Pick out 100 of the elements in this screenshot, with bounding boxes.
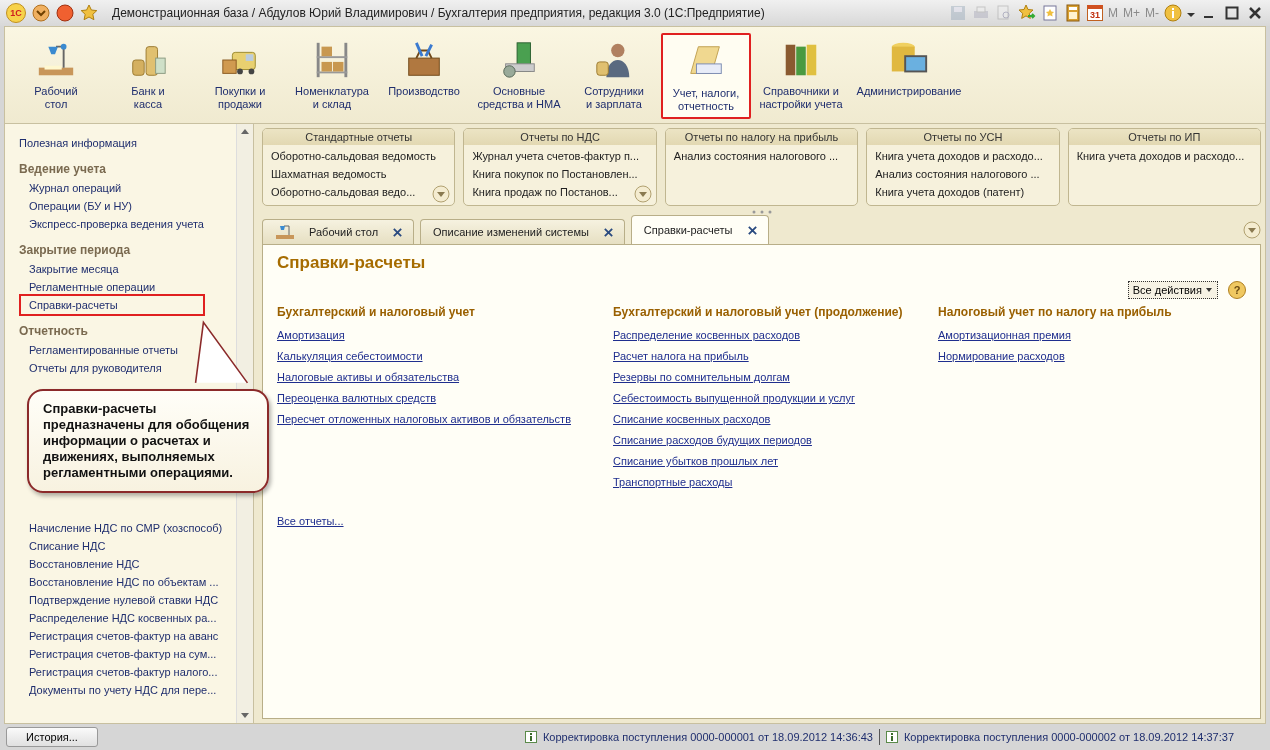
sidebar-link[interactable]: Отчеты для руководителя — [19, 359, 170, 377]
maximize-icon[interactable] — [1223, 4, 1241, 22]
circle-button-icon[interactable] — [56, 4, 74, 22]
star-icon[interactable] — [80, 4, 98, 22]
report-link[interactable]: Шахматная ведомость — [271, 165, 387, 183]
sidebar-link[interactable]: Журнал операций — [19, 179, 130, 197]
section-button[interactable]: Покупки и продажи — [195, 33, 285, 119]
section-label: Основные средства и НМА — [477, 85, 561, 111]
report-panel-title: Отчеты по УСН — [867, 129, 1059, 145]
report-link[interactable]: Книга учета доходов и расходо... — [1076, 147, 1245, 165]
info-icon[interactable] — [1164, 4, 1182, 22]
sidebar-link[interactable]: Восстановление НДС по объектам ... — [19, 573, 227, 591]
expand-chevron-icon[interactable] — [633, 185, 652, 203]
tab-list-chevron-icon[interactable] — [1243, 221, 1261, 239]
help-button[interactable]: ? — [1228, 281, 1246, 299]
report-link[interactable]: Оборотно-сальдовая ведомость — [271, 147, 437, 165]
history-button[interactable]: История... — [6, 727, 98, 747]
section-label: Сотрудники и зарплата — [584, 85, 644, 111]
page-title: Справки-расчеты — [277, 253, 427, 273]
close-icon[interactable] — [602, 226, 614, 238]
report-link[interactable]: Налоговые активы и обязательства — [277, 367, 460, 388]
section-button[interactable]: Производство — [379, 33, 469, 119]
sidebar-link[interactable]: Регистрация счетов-фактур на аванс — [19, 627, 227, 645]
calendar-icon[interactable]: 31 — [1087, 5, 1103, 21]
report-link[interactable]: Расчет налога на прибыль — [613, 346, 749, 367]
report-link[interactable]: Нормирование расходов — [938, 346, 1065, 367]
sidebar-link[interactable]: Закрытие месяца — [19, 260, 127, 278]
app-logo[interactable]: 1С — [6, 3, 26, 23]
close-icon[interactable] — [746, 224, 758, 236]
section-button[interactable]: Администрирование — [851, 33, 967, 119]
report-link[interactable]: Книга продаж по Постанов... — [472, 183, 618, 201]
report-link[interactable]: Оборотно-сальдовая ведо... — [271, 183, 416, 201]
sidebar-heading: Ведение учета — [19, 162, 107, 176]
dropdown-circle-icon[interactable] — [32, 4, 50, 22]
section-label: Покупки и продажи — [214, 85, 266, 111]
column-heading: Налоговый учет по налогу на прибыль — [938, 305, 1172, 319]
section-label: Справочники и настройки учета — [759, 85, 843, 111]
report-link[interactable]: Списание расходов будущих периодов — [613, 430, 812, 451]
report-link[interactable]: Амортизация — [277, 325, 345, 346]
section-label: Номенклатура и склад — [295, 85, 369, 111]
section-button[interactable]: Банк и касса — [103, 33, 193, 119]
tab[interactable]: Рабочий стол — [262, 219, 415, 244]
sidebar-link[interactable]: Справки-расчеты — [21, 296, 203, 314]
sidebar-link[interactable]: Восстановление НДС — [19, 555, 148, 573]
sidebar-link[interactable]: Списание НДС — [19, 537, 114, 555]
report-link[interactable]: Анализ состояния налогового ... — [875, 165, 1040, 183]
sidebar-link[interactable]: Документы по учету НДС для пере... — [19, 681, 225, 699]
report-link[interactable]: Распределение косвенных расходов — [613, 325, 800, 346]
section-button[interactable]: Рабочий стол — [11, 33, 101, 119]
sidebar-link[interactable]: Подтверждение нулевой ставки НДС — [19, 591, 227, 609]
sidebar-link[interactable]: Регламентированные отчеты — [19, 341, 186, 359]
close-icon[interactable] — [392, 226, 404, 238]
sidebar-link[interactable]: Регистрация счетов-фактур на сум... — [19, 645, 225, 663]
starred-document-icon[interactable] — [1041, 4, 1059, 22]
report-link[interactable]: Списание косвенных расходов — [613, 409, 771, 430]
report-link[interactable]: Транспортные расходы — [613, 472, 733, 493]
report-link[interactable]: Списание убытков прошлых лет — [613, 451, 778, 472]
desk-lamp-icon — [275, 223, 295, 241]
report-link[interactable]: Амортизационная премия — [938, 325, 1071, 346]
column-heading: Бухгалтерский и налоговый учет (продолжение) — [613, 305, 903, 319]
tab[interactable]: Описание изменений системы — [420, 219, 625, 244]
report-link[interactable]: Журнал учета счетов-фактур п... — [472, 147, 639, 165]
section-label: Банк и касса — [131, 85, 165, 111]
all-actions-button[interactable]: Все действия — [1127, 281, 1218, 299]
section-button[interactable]: Сотрудники и зарплата — [569, 33, 659, 119]
report-link[interactable]: Книга учета доходов (патент) — [875, 183, 1025, 201]
section-button[interactable]: Справочники и настройки учета — [753, 33, 849, 119]
expand-chevron-icon[interactable] — [432, 185, 451, 203]
sidebar-link[interactable]: Регламентные операции — [19, 278, 164, 296]
report-panel-title: Отчеты по ИП — [1068, 129, 1261, 145]
section-button[interactable]: Номенклатура и склад — [287, 33, 377, 119]
report-link[interactable]: Резервы по сомнительным долгам — [613, 367, 790, 388]
notification-text[interactable]: Корректировка поступления 0000-000001 от 18.09.2012 14:36:43 — [542, 731, 873, 743]
notification-text[interactable]: Корректировка поступления 0000-000002 от 18.09.2012 14:37:37 — [903, 731, 1234, 743]
report-link[interactable]: Пересчет отложенных налоговых активов и обязательств — [277, 409, 571, 430]
report-link[interactable]: Переоценка валютных средств — [277, 388, 437, 409]
section-label: Производство — [388, 85, 460, 98]
sidebar-link[interactable]: Экспресс-проверка ведения учета — [19, 215, 212, 233]
report-link[interactable]: Калькуляция себестоимости — [277, 346, 423, 367]
sidebar-link[interactable]: Полезная информация — [19, 134, 145, 152]
section-label: Рабочий стол — [34, 85, 78, 111]
report-link[interactable]: Анализ состояния налогового ... — [673, 147, 839, 165]
sidebar-link[interactable]: Операции (БУ и НУ) — [19, 197, 140, 215]
star-arrow-icon[interactable] — [1018, 4, 1036, 22]
callout-bubble: Справки-расчеты предназначены для обобщения информации о расчетах и движениях, выполняемых регламентными операциями. — [27, 389, 269, 493]
sidebar-link[interactable]: Распределение НДС косвенных ра... — [19, 609, 225, 627]
report-link[interactable]: Себестоимость выпущенной продукции и услуг — [613, 388, 855, 409]
tab[interactable]: Справки-расчеты — [630, 215, 769, 244]
report-link[interactable]: Книга покупок по Постановлен... — [472, 165, 638, 183]
caret-icon — [1205, 286, 1213, 294]
all-reports-link[interactable]: Все отчеты... — [277, 511, 344, 532]
section-button[interactable]: Учет, налоги, отчетность — [661, 33, 751, 119]
report-link[interactable]: Книга учета доходов и расходо... — [875, 147, 1043, 165]
report-panel-title: Стандартные отчеты — [263, 129, 455, 145]
sidebar-link[interactable]: Начисление НДС по СМР (хозспособ) — [19, 519, 231, 537]
calculator-icon[interactable] — [1064, 4, 1082, 22]
sidebar-link[interactable]: Регистрация счетов-фактур налого... — [19, 663, 226, 681]
section-button[interactable]: Основные средства и НМА — [471, 33, 567, 119]
section-label: Учет, налоги, отчетность — [672, 87, 740, 113]
report-panel-title: Отчеты по НДС — [464, 129, 656, 145]
